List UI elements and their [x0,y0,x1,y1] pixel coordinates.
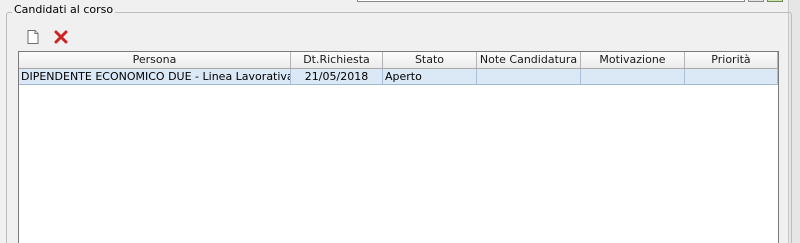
column-header-priorita[interactable]: Priorità [685,52,778,68]
window-panel: Candidati al corso Persona Dt.Richiesta … [0,0,800,243]
column-header-motivazione[interactable]: Motivazione [581,52,685,68]
cell-dt-richiesta[interactable]: 21/05/2018 [291,69,383,84]
column-header-dt-richiesta[interactable]: Dt.Richiesta [291,52,383,68]
new-document-icon[interactable] [25,29,41,45]
column-header-persona[interactable]: Persona [19,52,291,68]
groupbox-title: Candidati al corso [12,3,116,17]
cell-persona[interactable]: DIPENDENTE ECONOMICO DUE - Linea Lavorat… [19,69,291,84]
cell-motivazione[interactable] [581,69,685,84]
cell-priorita[interactable] [685,69,778,84]
cell-stato[interactable]: Aperto [383,69,477,84]
table-row[interactable]: DIPENDENTE ECONOMICO DUE - Linea Lavorat… [19,69,778,85]
table-header: Persona Dt.Richiesta Stato Note Candidat… [19,52,778,69]
delete-x-icon[interactable] [53,29,69,45]
cell-note-candidatura[interactable] [477,69,581,84]
top-browse-button[interactable] [748,0,764,2]
candidates-table: Persona Dt.Richiesta Stato Note Candidat… [18,51,779,243]
top-input-field[interactable] [357,0,745,2]
column-header-stato[interactable]: Stato [383,52,477,68]
column-header-note-candidatura[interactable]: Note Candidatura [477,52,581,68]
top-action-button[interactable] [767,0,783,2]
